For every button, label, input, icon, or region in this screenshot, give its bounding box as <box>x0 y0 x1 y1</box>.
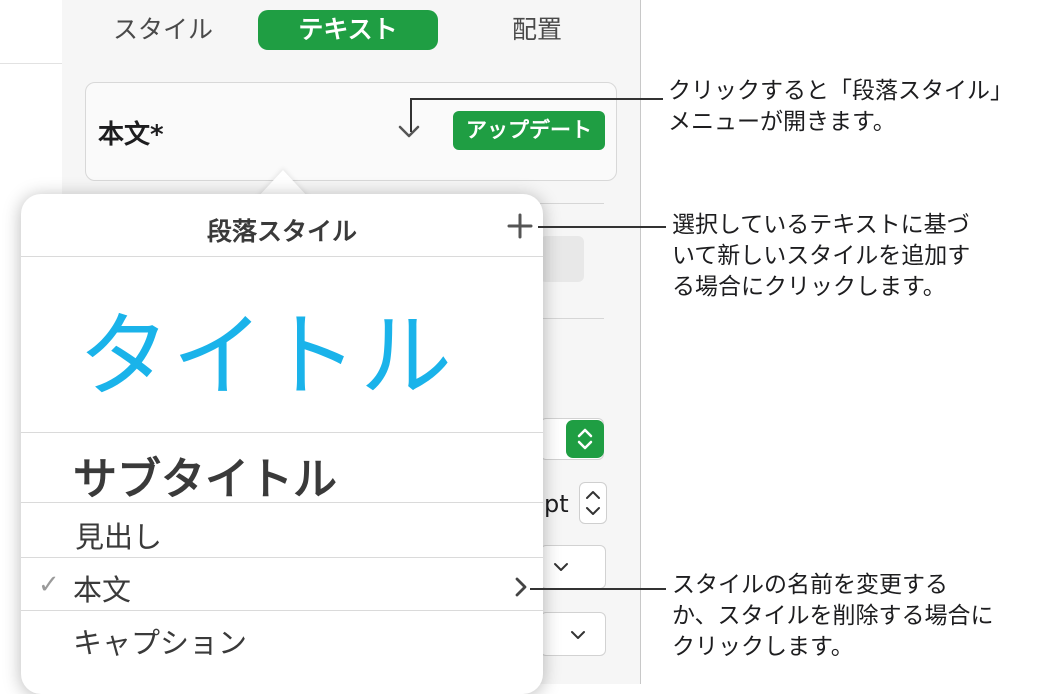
chevron-right-icon[interactable] <box>510 574 532 600</box>
current-style-name: 本文* <box>98 120 164 150</box>
update-style-button[interactable]: アップデート <box>453 111 605 150</box>
leader-line <box>530 588 666 590</box>
leader-line <box>538 226 666 228</box>
add-style-plus-icon[interactable] <box>506 212 534 240</box>
unit-label: pt <box>544 490 569 518</box>
divider <box>21 557 543 558</box>
dropdown-field[interactable] <box>540 612 606 656</box>
style-item-caption[interactable]: キャプション <box>73 620 247 662</box>
callout-rename: スタイルの名前を変更する か、スタイルを削除する場合に クリックします。 <box>672 570 994 663</box>
divider <box>21 256 543 257</box>
callout-line: スタイルの名前を変更する <box>672 572 948 598</box>
leader-line <box>410 98 663 100</box>
tab-text[interactable]: テキスト <box>258 10 438 50</box>
font-field[interactable] <box>540 236 584 282</box>
style-item-title[interactable]: タイトル <box>78 282 454 415</box>
callout-line: る場合にクリックします。 <box>672 274 946 300</box>
chevron-down-icon[interactable] <box>396 118 422 144</box>
divider <box>540 318 604 319</box>
callout-menu: クリックすると「段落スタイル」 メニューが開きます。 <box>668 76 1013 138</box>
checkmark-icon: ✓ <box>38 570 60 600</box>
divider <box>21 432 543 433</box>
font-select-stepper[interactable] <box>566 420 604 458</box>
callout-line: 選択しているテキストに基づ <box>672 212 970 238</box>
tab-arrange[interactable]: 配置 <box>462 10 612 50</box>
callout-line: いて新しいスタイルを追加す <box>672 243 971 269</box>
tab-style[interactable]: スタイル <box>88 10 238 50</box>
popover-title: 段落スタイル <box>206 217 357 246</box>
callout-line: メニューが開きます。 <box>668 109 896 135</box>
style-item-subtitle[interactable]: サブタイトル <box>73 443 337 507</box>
divider <box>0 63 62 64</box>
callout-add: 選択しているテキストに基づ いて新しいスタイルを追加す る場合にクリックします。 <box>672 210 970 303</box>
style-item-heading[interactable]: 見出し <box>75 514 162 556</box>
leader-line <box>410 98 412 132</box>
chevron-down-icon <box>571 631 585 639</box>
size-stepper[interactable] <box>579 482 607 524</box>
dropdown-field[interactable] <box>540 545 606 589</box>
chevron-down-icon <box>554 563 568 571</box>
divider <box>21 610 543 611</box>
divider <box>540 203 604 204</box>
up-down-chevron-icon <box>586 491 600 515</box>
style-item-body[interactable]: 本文 <box>73 567 131 609</box>
up-down-chevron-icon <box>577 428 593 450</box>
callout-line: クリックします。 <box>672 634 854 660</box>
callout-line: クリックすると「段落スタイル」 <box>668 78 1013 104</box>
callout-line: か、スタイルを削除する場合に <box>672 603 994 629</box>
divider <box>21 502 543 503</box>
